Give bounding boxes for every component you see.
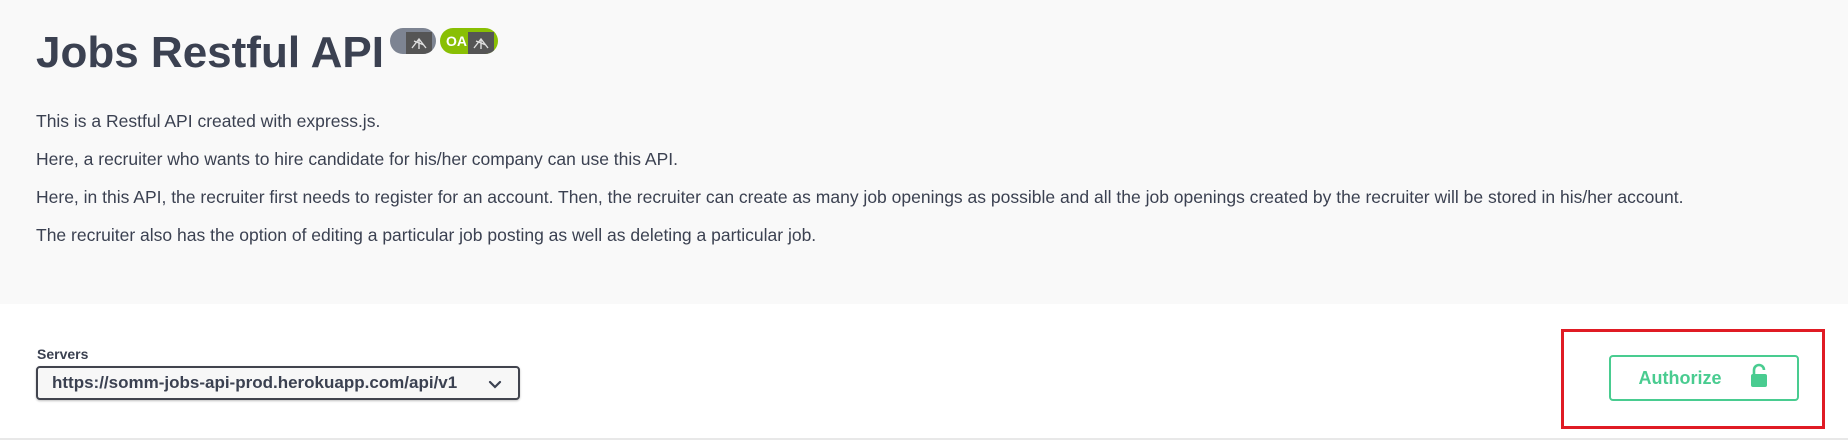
oas-badge-text: OA bbox=[445, 33, 467, 49]
description-line: This is a Restful API created with expre… bbox=[36, 111, 381, 131]
page-title: Jobs Restful API bbox=[36, 28, 384, 77]
version-badge-icon bbox=[405, 32, 432, 54]
servers-selected-value: https://somm-jobs-api-prod.herokuapp.com… bbox=[52, 373, 458, 392]
authorize-button[interactable]: Authorize bbox=[1609, 355, 1799, 401]
info-section: Jobs Restful API OA This is a Restful AP… bbox=[0, 0, 1848, 304]
authorize-label: Authorize bbox=[1638, 367, 1722, 388]
version-badge bbox=[389, 28, 436, 54]
description-line: Here, in this API, the recruiter first n… bbox=[36, 187, 1684, 207]
title-row: Jobs Restful API OA bbox=[36, 26, 502, 80]
servers-select[interactable]: https://somm-jobs-api-prod.herokuapp.com… bbox=[36, 366, 520, 400]
unlock-icon bbox=[1748, 363, 1770, 394]
description-line: Here, a recruiter who wants to hire cand… bbox=[36, 149, 678, 169]
chevron-down-icon bbox=[488, 377, 502, 391]
oas-badge-icon bbox=[467, 32, 494, 54]
description-line: The recruiter also has the option of edi… bbox=[36, 225, 817, 245]
oas-badge: OA bbox=[439, 28, 498, 54]
badges: OA bbox=[389, 28, 502, 54]
servers-label: Servers bbox=[37, 346, 89, 362]
description: This is a Restful API created with expre… bbox=[36, 102, 1684, 254]
